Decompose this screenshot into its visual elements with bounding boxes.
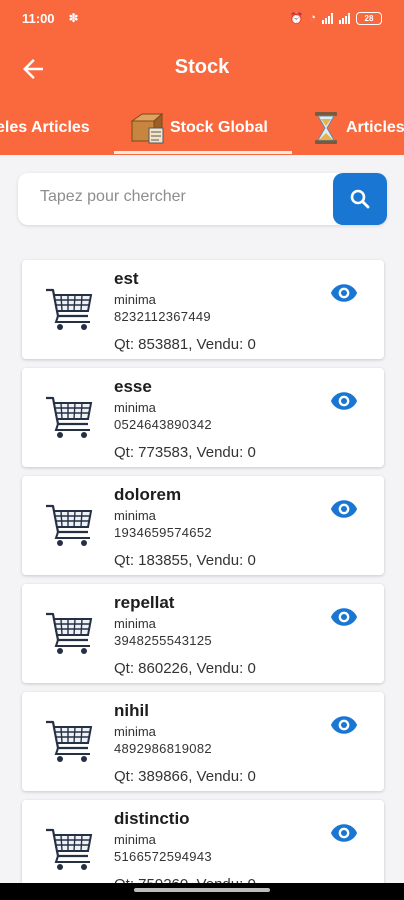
tab-label: Articles — [346, 118, 404, 136]
article-card[interactable]: repellat minima 3948255543125 Qt: 860226… — [22, 584, 384, 683]
article-name: est — [114, 269, 139, 288]
article-card[interactable]: esse minima 0524643890342 Qt: 773583, Ve… — [22, 368, 384, 467]
article-stock: Qt: 389866, Vendu: 0 — [114, 768, 256, 785]
article-stock: Qt: 183855, Vendu: 0 — [114, 552, 256, 569]
eye-icon[interactable] — [330, 822, 358, 844]
article-name: distinctio — [114, 809, 190, 828]
alarm-icon: ⏰ — [289, 12, 304, 25]
article-name: repellat — [114, 593, 175, 612]
app-bar: 11:00 ✽ ⏰ ◔ 28 Stock eles Articles Stock… — [0, 0, 404, 155]
shopping-cart-icon — [46, 288, 93, 330]
article-code: 5166572594943 — [114, 849, 212, 864]
article-card[interactable]: dolorem minima 1934659574652 Qt: 183855,… — [22, 476, 384, 575]
signal-icon-2 — [339, 12, 350, 24]
article-code: 0524643890342 — [114, 417, 212, 432]
boxes-icon — [130, 112, 164, 143]
eye-icon[interactable] — [330, 714, 358, 736]
tab-articles-list[interactable]: eles Articles — [0, 100, 90, 155]
search-icon — [350, 189, 370, 209]
shopping-cart-icon — [46, 828, 93, 870]
article-stock: Qt: 860226, Vendu: 0 — [114, 660, 256, 677]
settings-notification-icon: ✽ — [68, 11, 79, 25]
article-name: nihil — [114, 701, 149, 720]
article-category: minima — [114, 292, 156, 307]
tab-label: eles Articles — [0, 118, 90, 136]
tab-articles-pending[interactable]: Articles — [312, 100, 404, 155]
eye-icon[interactable] — [330, 390, 358, 412]
article-code: 8232112367449 — [114, 309, 211, 324]
tab-label: Stock Global — [170, 118, 268, 136]
shopping-cart-icon — [46, 720, 93, 762]
eye-icon[interactable] — [330, 282, 358, 304]
article-category: minima — [114, 724, 156, 739]
article-category: minima — [114, 616, 156, 631]
article-stock: Qt: 853881, Vendu: 0 — [114, 336, 256, 353]
eye-icon[interactable] — [330, 498, 358, 520]
shopping-cart-icon — [46, 504, 93, 546]
wifi-icon: ◔ — [309, 12, 316, 24]
tab-stock-global[interactable]: Stock Global — [130, 100, 268, 155]
hourglass-icon — [315, 111, 337, 144]
status-icons: ⏰ ◔ 28 — [289, 11, 382, 25]
tab-bar: eles Articles Stock Global Articles — [0, 100, 404, 155]
article-code: 1934659574652 — [114, 525, 212, 540]
article-card[interactable]: est minima 8232112367449 Qt: 853881, Ven… — [22, 260, 384, 359]
search-placeholder: Tapez pour chercher — [40, 188, 186, 205]
eye-icon[interactable] — [330, 606, 358, 628]
tab-indicator — [114, 151, 292, 154]
search-button[interactable] — [333, 173, 387, 225]
page-title: Stock — [174, 56, 230, 78]
article-name: dolorem — [114, 485, 182, 504]
article-stock: Qt: 773583, Vendu: 0 — [114, 444, 256, 461]
search-field[interactable]: Tapez pour chercher — [18, 173, 387, 225]
shopping-cart-icon — [46, 396, 93, 438]
article-code: 3948255543125 — [114, 633, 212, 648]
article-list: est minima 8232112367449 Qt: 853881, Ven… — [22, 260, 384, 900]
article-code: 4892986819082 — [114, 741, 212, 756]
battery-icon: 28 — [356, 11, 382, 25]
status-time: 11:00 — [22, 10, 55, 26]
shopping-cart-icon — [46, 612, 93, 654]
article-category: minima — [114, 832, 156, 847]
system-nav-bar — [0, 883, 404, 900]
home-handle[interactable] — [134, 888, 270, 892]
signal-icon — [322, 12, 333, 24]
article-card[interactable]: nihil minima 4892986819082 Qt: 389866, V… — [22, 692, 384, 791]
article-category: minima — [114, 508, 156, 523]
article-name: esse — [114, 377, 152, 396]
status-bar: 11:00 ✽ ⏰ ◔ 28 — [0, 0, 404, 36]
article-category: minima — [114, 400, 156, 415]
